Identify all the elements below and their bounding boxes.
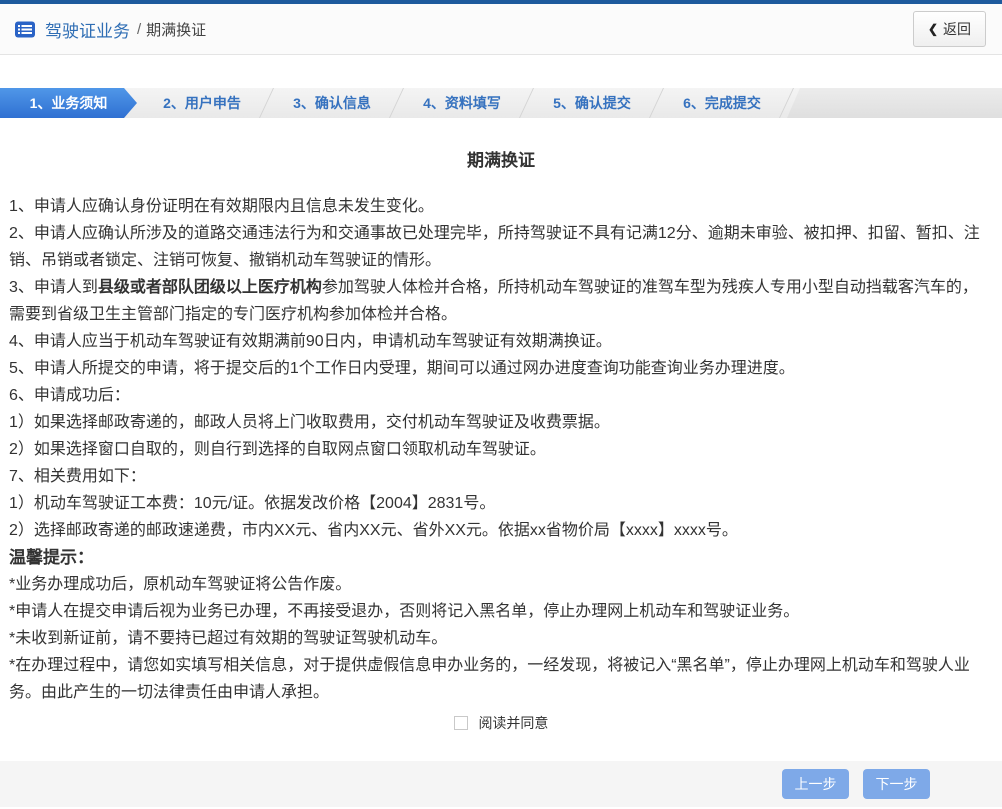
notice-paragraph: 2）选择邮政寄递的邮政速递费，市内XX元、省内XX元、省外XX元。依据xx省物价… <box>9 522 738 539</box>
notice-paragraph: 3、申请人到县级或者部队团级以上医疗机构参加驾驶人体检并合格，所持机动车驾驶证的… <box>9 274 993 328</box>
breadcrumb-separator: / <box>137 20 142 38</box>
step-tab-3-confirm-info[interactable]: 3、确认信息 <box>267 88 397 118</box>
tip-paragraph: *业务办理成功后，原机动车驾驶证将公告作废。 <box>9 576 352 593</box>
breadcrumb-section: 驾驶证业务 <box>45 21 130 41</box>
page-title: 期满换证 <box>467 151 535 170</box>
next-step-button[interactable]: 下一步 <box>863 769 930 799</box>
notice-paragraph: 6、申请成功后： <box>9 387 130 404</box>
notice-paragraph: 2、申请人应确认所涉及的道路交通违法行为和交通事故已处理完毕，所持驾驶证不具有记… <box>9 225 980 269</box>
notice-paragraph: 4、申请人应当于机动车驾驶证有效期满前90日内，申请机动车驾驶证有效期满换证。 <box>9 333 612 350</box>
license-list-icon <box>14 20 36 39</box>
previous-step-button[interactable]: 上一步 <box>782 769 849 799</box>
footer-bar: 上一步 下一步 <box>0 761 1002 807</box>
notice-paragraph: 1）如果选择邮政寄递的，邮政人员将上门收取费用，交付机动车驾驶证及收费票据。 <box>9 414 610 431</box>
tip-paragraph: *申请人在提交申请后视为业务已办理，不再接受退办，否则将记入黑名单，停止办理网上… <box>9 603 800 620</box>
step-bar-filler <box>787 88 1002 118</box>
step-tab-2-user-declaration[interactable]: 2、用户申告 <box>137 88 267 118</box>
paragraph-text: 3、申请人到 <box>9 279 98 296</box>
notice-paragraph: 1、申请人应确认身份证明在有效期限内且信息未发生变化。 <box>9 198 434 215</box>
step-tab-1-business-notice[interactable]: 1、业务须知 <box>0 88 137 118</box>
notice-paragraph: 7、相关费用如下： <box>9 468 146 485</box>
agree-label: 阅读并同意 <box>478 715 549 731</box>
tip-paragraph: *未收到新证前，请不要持已超过有效期的驾驶证驾驶机动车。 <box>9 630 448 647</box>
step-tab-5-confirm-submit[interactable]: 5、确认提交 <box>527 88 657 118</box>
paragraph-bold-text: 县级或者部队团级以上医疗机构 <box>97 279 322 296</box>
step-tab-6-complete-submit[interactable]: 6、完成提交 <box>657 88 787 118</box>
agree-row: 阅读并同意 <box>9 713 993 733</box>
notice-paragraph: 5、申请人所提交的申请，将于提交后的1个工作日内受理，期间可以通过网办进度查询功… <box>9 360 795 377</box>
notice-paragraph: 2）如果选择窗口自取的，则自行到选择的自取网点窗口领取机动车驾驶证。 <box>9 441 546 458</box>
header: 驾驶证业务 / 期满换证 ❮ 返回 <box>0 4 1002 55</box>
back-button[interactable]: ❮ 返回 <box>912 11 986 47</box>
notice-content: 期满换证 1、申请人应确认身份证明在有效期限内且信息未发生变化。 2、申请人应确… <box>0 147 1002 733</box>
tips-heading: 温馨提示： <box>9 548 94 567</box>
agree-checkbox[interactable] <box>453 716 468 730</box>
chevron-left-icon: ❮ <box>927 22 938 36</box>
back-button-label: 返回 <box>943 21 971 37</box>
notice-paragraph: 1）机动车驾驶证工本费：10元/证。依据发改价格【2004】2831号。 <box>9 495 496 512</box>
step-tab-4-fill-materials[interactable]: 4、资料填写 <box>397 88 527 118</box>
tip-paragraph: *在办理过程中，请您如实填写相关信息，对于提供虚假信息申办业务的，一经发现，将被… <box>9 657 970 701</box>
step-wizard-bar: 1、业务须知 2、用户申告 3、确认信息 4、资料填写 5、确认提交 6、完成提… <box>0 88 1002 118</box>
breadcrumb-current: 期满换证 <box>146 21 207 39</box>
